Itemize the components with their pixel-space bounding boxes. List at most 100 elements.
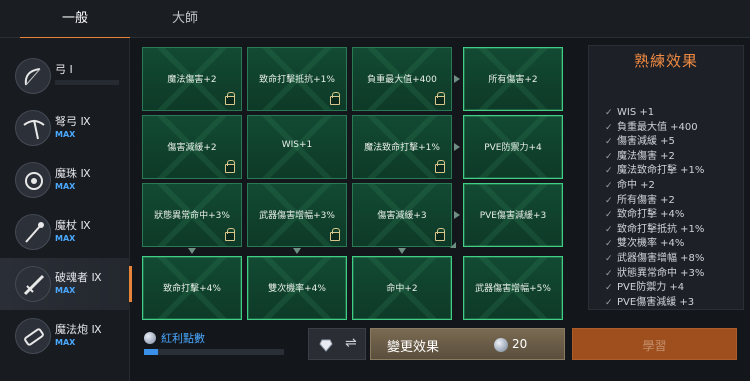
weapon-item-orb[interactable]: 魔珠 Ⅸ MAX [0,154,130,206]
node-label: 致命打擊+4% [163,284,221,294]
check-icon: ✓ [605,268,613,279]
weapon-item-magic-cannon[interactable]: 魔法炮 Ⅸ MAX [0,310,130,362]
effect-item: ✓ 命中 +2 [605,179,704,194]
mastery-node[interactable]: PVE傷害減緩+3 [463,183,563,247]
effect-item: ✓ 武器傷害增幅 +8% [605,252,704,267]
weapon-item-bow[interactable]: 弓 Ⅰ [0,50,130,102]
check-icon: ✓ [605,195,613,206]
tab-bar: 一般 大師 [0,0,750,39]
node-label: 致命打擊抵抗+1% [259,75,335,85]
mastery-node[interactable]: WIS+1 [247,115,347,179]
effect-item: ✓ 魔法致命打擊 +1% [605,164,704,179]
max-badge: MAX [55,338,76,347]
weapon-progress-bar [55,80,119,85]
node-label: 傷害減緩+2 [167,143,217,153]
mastery-node[interactable]: 命中+2 [352,256,452,320]
node-label: 魔法致命打擊+1% [364,143,440,153]
crossbow-icon [15,110,51,146]
weapon-sidebar: 弓 Ⅰ 弩弓 Ⅸ MAX 魔珠 Ⅸ MAX 魔杖 Ⅸ MAX 破魂者 Ⅸ MAX… [0,38,132,381]
node-label: 雙次機率+4% [268,284,326,294]
effect-item: ✓ 魔法傷害 +2 [605,150,704,165]
check-icon: ✓ [605,297,613,308]
arrow-down-icon [188,248,196,254]
effect-item: ✓ 所有傷害 +2 [605,194,704,209]
max-badge: MAX [55,182,76,191]
node-label: PVE防禦力+4 [484,143,542,153]
effect-item: ✓ PVE防禦力 +4 [605,281,704,296]
arrow-down-icon [293,248,301,254]
bow-icon [15,58,51,94]
wand-icon [15,214,51,250]
effect-item: ✓ 負重最大值 +400 [605,121,704,136]
effect-item: ✓ WIS +1 [605,106,704,121]
node-label: 狀態異常命中+3% [154,211,230,221]
bonus-progress-bar [144,349,284,355]
weapon-item-wand[interactable]: 魔杖 Ⅸ MAX [0,206,130,258]
check-icon: ✓ [605,224,613,235]
node-label: 傷害減緩+3 [377,211,427,221]
learn-label: 學習 [642,339,667,353]
node-label: 武器傷害增幅+3% [259,211,335,221]
node-label: 武器傷害增幅+5% [475,284,551,294]
mastery-node[interactable]: 雙次機率+4% [247,256,347,320]
arrow-right-icon [454,143,460,151]
weapon-item-soul-breaker[interactable]: 破魂者 Ⅸ MAX [0,258,132,310]
check-icon: ✓ [605,108,613,118]
check-icon: ✓ [605,166,613,177]
change-effect-button[interactable]: 變更效果 20 [370,328,565,360]
weapon-name: 魔法炮 Ⅸ [55,323,102,336]
weapon-item-crossbow[interactable]: 弩弓 Ⅸ MAX [0,102,130,154]
tab-master[interactable]: 大師 [130,0,240,38]
weapon-name: 破魂者 Ⅸ [55,271,102,284]
bonus-points: 紅利點數 [144,330,205,346]
effect-item: ✓ PVE傷害減緩 +3 [605,296,704,311]
mastery-node[interactable]: PVE防禦力+4 [463,115,563,179]
mastery-grid: 魔法傷害+2 致命打擊抵抗+1% 負重最大值+400 所有傷害+2 傷害減緩+2… [140,45,580,320]
lock-icon [225,92,235,105]
effect-item: ✓ 致命打擊 +4% [605,208,704,223]
node-label: PVE傷害減緩+3 [479,211,547,221]
check-icon: ✓ [605,210,613,221]
mastery-node[interactable]: 武器傷害增幅+3% [247,183,347,247]
arrow-right-icon [454,75,460,83]
node-label: 命中+2 [386,284,418,294]
weapon-name: 魔杖 Ⅸ [55,219,91,232]
node-label: 所有傷害+2 [488,75,538,85]
learn-button[interactable]: 學習 [572,328,737,360]
check-icon: ✓ [605,122,613,133]
weapon-name: 弓 Ⅰ [55,63,73,76]
max-badge: MAX [55,130,76,139]
mastery-node[interactable]: 傷害減緩+2 [142,115,242,179]
tab-general[interactable]: 一般 [20,0,130,39]
arrow-diagonal-icon [450,242,456,248]
mastery-node[interactable]: 所有傷害+2 [463,47,563,111]
effect-item: ✓ 傷害減緩 +5 [605,135,704,150]
lock-icon [435,228,445,241]
node-label: WIS+1 [281,140,313,150]
mastery-node[interactable]: 致命打擊+4% [142,256,242,320]
mastery-node[interactable]: 傷害減緩+3 [352,183,452,247]
check-icon: ✓ [605,283,613,294]
effect-item: ✓ 狀態異常命中 +3% [605,267,704,282]
swap-currency-button[interactable]: ⇌ [308,328,366,360]
mastery-effect-panel: 熟練效果 ✓ WIS +1 ✓ 負重最大值 +400 ✓ 傷害減緩 +5 ✓ 魔法傷害 … [588,45,744,310]
check-icon: ✓ [605,180,613,191]
mastery-node[interactable]: 魔法傷害+2 [142,47,242,111]
check-icon: ✓ [605,137,613,148]
mastery-node[interactable]: 致命打擊抵抗+1% [247,47,347,111]
mastery-node[interactable]: 負重最大值+400 [352,47,452,111]
mastery-node[interactable]: 魔法致命打擊+1% [352,115,452,179]
mastery-node[interactable]: 武器傷害增幅+5% [463,256,563,320]
node-label: 負重最大值+400 [367,75,437,85]
mastery-node[interactable]: 狀態異常命中+3% [142,183,242,247]
panel-title: 熟練效果 [633,52,698,70]
max-badge: MAX [55,286,76,295]
weapon-name: 魔珠 Ⅸ [55,167,91,180]
lock-icon [435,160,445,173]
lock-icon [330,228,340,241]
weapon-name: 弩弓 Ⅸ [55,115,91,128]
check-icon: ✓ [605,239,613,250]
change-effect-label: 變更效果 [387,340,440,355]
soul-breaker-icon [15,266,51,302]
bonus-progress-fill [144,349,158,355]
